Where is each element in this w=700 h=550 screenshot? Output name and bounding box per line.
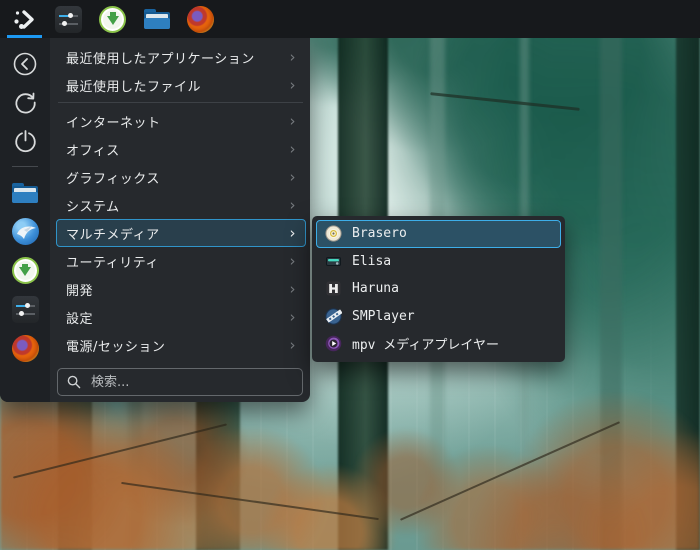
menu-item-settings[interactable]: 設定 › [56, 303, 306, 331]
elisa-icon [325, 253, 342, 270]
submenu-item-smplayer[interactable]: SMPlayer [316, 303, 561, 331]
chevron-right-icon: › [289, 279, 296, 298]
multimedia-submenu: Brasero Elisa Haruna SMPlayer mpv メディアプレ… [312, 216, 565, 362]
menu-item-graphics[interactable]: グラフィックス › [56, 163, 306, 191]
mpv-icon [325, 335, 342, 352]
menu-item-internet[interactable]: インターネット › [56, 107, 306, 135]
menu-item-development[interactable]: 開発 › [56, 275, 306, 303]
firefox-icon [187, 5, 214, 33]
menu-item-multimedia[interactable]: マルチメディア › [56, 219, 306, 247]
application-launcher-panel: 最近使用したアプリケーション › 最近使用したファイル › インターネット › … [0, 38, 310, 402]
taskbar-file-manager-button[interactable] [140, 0, 173, 38]
menu-item-system[interactable]: システム › [56, 191, 306, 219]
sidebar-file-manager-button[interactable] [0, 173, 50, 212]
updater-icon [99, 5, 126, 33]
launcher-menu: 最近使用したアプリケーション › 最近使用したファイル › インターネット › … [50, 38, 310, 402]
sidebar-system-settings-button[interactable] [0, 290, 50, 329]
taskbar-firefox-button[interactable] [184, 0, 217, 38]
menu-item-recent-apps[interactable]: 最近使用したアプリケーション › [56, 43, 306, 71]
firefox-icon [11, 335, 39, 362]
search-input[interactable] [89, 373, 293, 391]
chevron-right-icon: › [289, 251, 296, 270]
folder-icon [143, 9, 170, 29]
chevron-right-icon: › [289, 139, 296, 158]
updater-icon [11, 257, 39, 284]
menu-item-utilities[interactable]: ユーティリティ › [56, 247, 306, 275]
submenu-item-elisa[interactable]: Elisa [316, 248, 561, 276]
sidebar-falkon-button[interactable] [0, 212, 50, 251]
taskbar-app-launcher-button[interactable] [7, 0, 42, 38]
folder-icon [12, 182, 38, 203]
chevron-right-icon: › [289, 335, 296, 354]
falkon-icon [11, 218, 39, 245]
taskbar-system-settings-button[interactable] [52, 0, 85, 38]
sidebar-back-button[interactable] [0, 44, 50, 83]
submenu-item-haruna[interactable]: Haruna [316, 275, 561, 303]
power-icon [14, 130, 36, 153]
sidebar-restart-button[interactable] [0, 83, 50, 122]
search-icon [67, 375, 81, 389]
sidebar-divider [12, 166, 38, 167]
menu-separator [58, 102, 303, 103]
haruna-icon [325, 280, 342, 297]
sliders-icon [11, 296, 39, 323]
sliders-icon [55, 5, 82, 33]
taskbar-software-updater-button[interactable] [96, 0, 129, 38]
taskbar [0, 0, 700, 38]
kickoff-icon [14, 9, 34, 29]
search-box[interactable] [57, 368, 303, 396]
sidebar-shutdown-button[interactable] [0, 122, 50, 161]
sidebar-firefox-button[interactable] [0, 329, 50, 368]
chevron-right-icon: › [289, 307, 296, 326]
menu-item-power-session[interactable]: 電源/セッション › [56, 331, 306, 359]
launcher-sidebar [0, 38, 50, 402]
restart-icon [14, 92, 36, 114]
brasero-icon [325, 225, 342, 242]
chevron-right-icon: › [289, 47, 296, 66]
submenu-item-brasero[interactable]: Brasero [316, 220, 561, 248]
chevron-right-icon: › [289, 223, 296, 242]
back-icon [13, 52, 37, 75]
chevron-right-icon: › [289, 167, 296, 186]
submenu-item-mpv[interactable]: mpv メディアプレイヤー [316, 330, 561, 358]
smplayer-icon [325, 308, 342, 325]
chevron-right-icon: › [289, 75, 296, 94]
menu-item-office[interactable]: オフィス › [56, 135, 306, 163]
sidebar-software-updater-button[interactable] [0, 251, 50, 290]
chevron-right-icon: › [289, 195, 296, 214]
chevron-right-icon: › [289, 111, 296, 130]
menu-item-recent-files[interactable]: 最近使用したファイル › [56, 71, 306, 99]
